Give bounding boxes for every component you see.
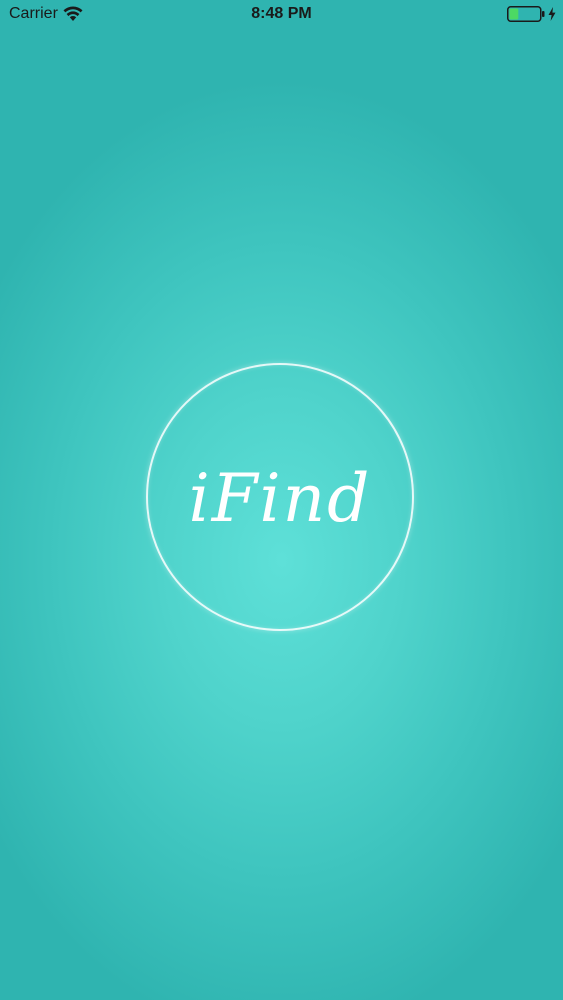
battery-icon [507, 6, 545, 22]
battery-group [507, 6, 556, 22]
bolt-icon [548, 7, 556, 21]
splash-screen: Carrier 8:48 PM iFind [0, 0, 563, 1000]
status-bar: Carrier 8:48 PM [0, 0, 563, 30]
logo-circle: iFind [146, 363, 414, 631]
app-logo-text: iFind [188, 459, 372, 537]
status-time: 8:48 PM [251, 5, 312, 22]
